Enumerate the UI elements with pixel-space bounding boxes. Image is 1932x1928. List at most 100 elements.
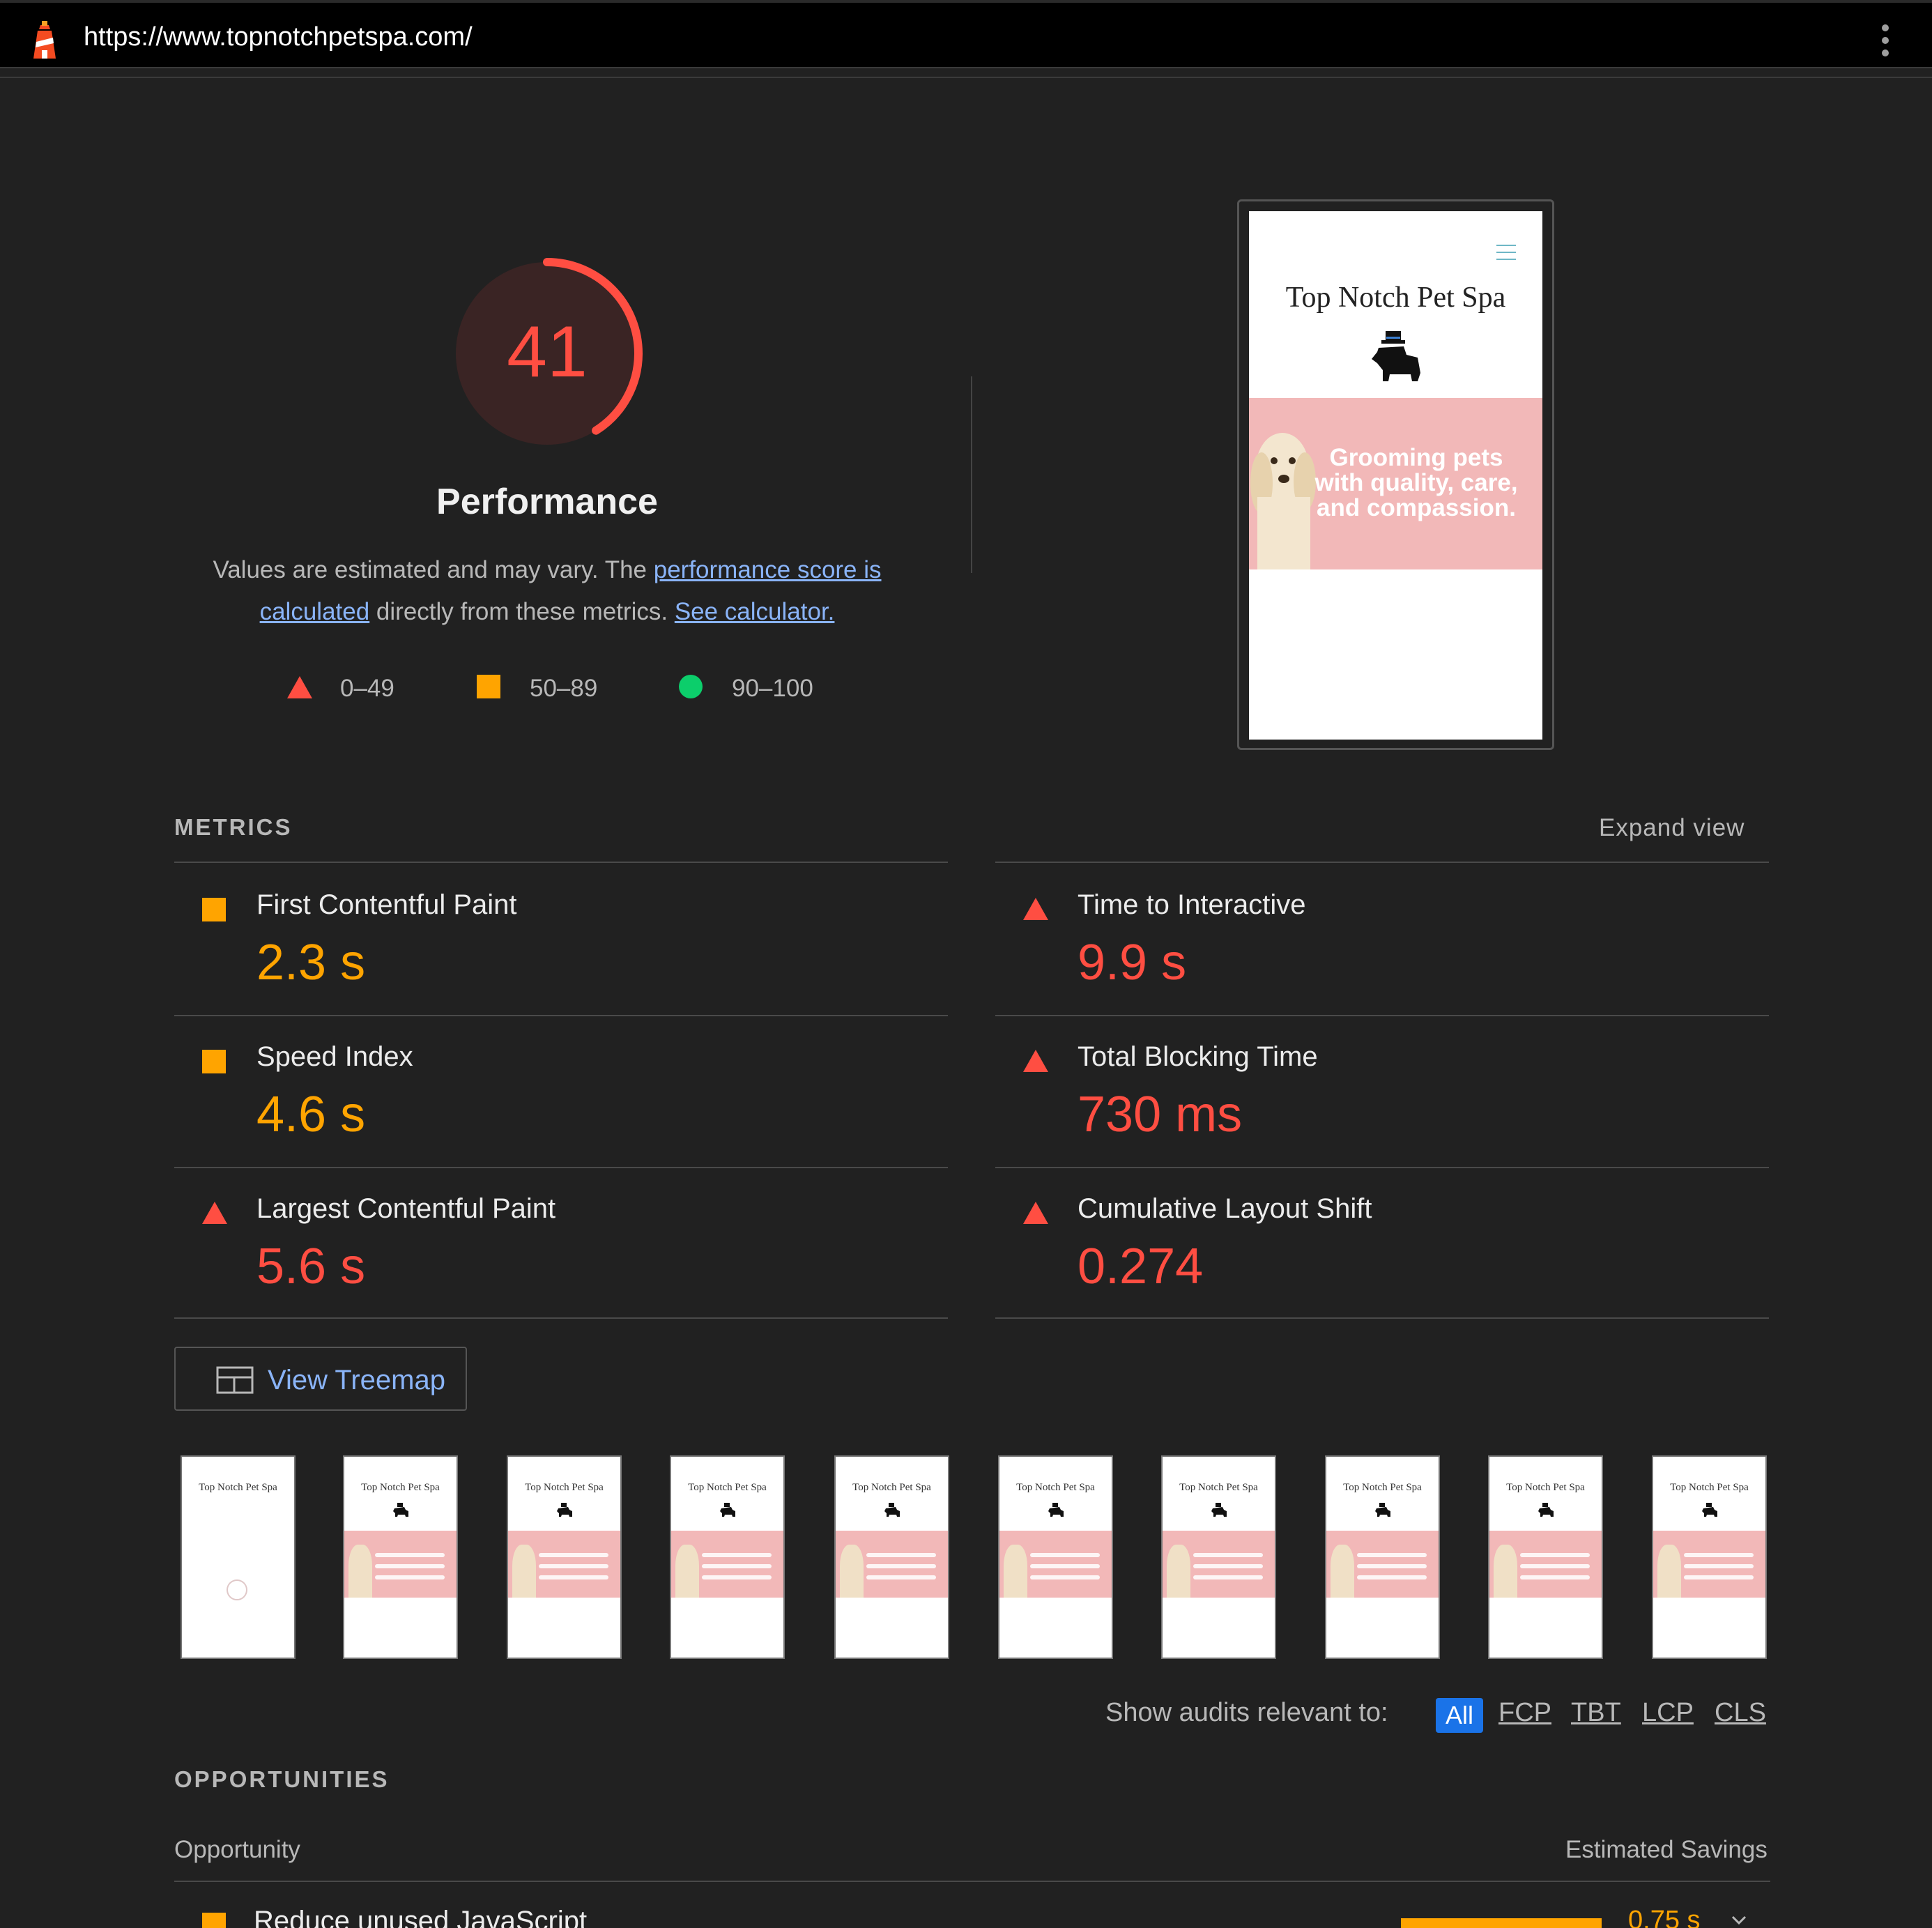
metric-speed-index: Speed Index 4.6 s <box>174 1015 948 1167</box>
frame-hero <box>671 1531 783 1598</box>
metric-value: 0.274 <box>1078 1239 1204 1294</box>
filter-fcp-button[interactable]: FCP <box>1498 1698 1551 1728</box>
metric-value: 9.9 s <box>1078 935 1187 990</box>
frame-hero <box>999 1531 1112 1598</box>
fail-triangle-icon <box>287 676 312 698</box>
metrics-divider <box>995 1317 1769 1319</box>
scottie-dog-logo-icon <box>1375 1503 1390 1517</box>
estimated-savings-column-header: Estimated Savings <box>1565 1836 1768 1863</box>
frame-site-title: Top Notch Pet Spa <box>1179 1482 1258 1493</box>
frame-hero <box>1163 1531 1275 1598</box>
lighthouse-icon <box>33 21 56 59</box>
metrics-section-label: METRICS <box>174 814 293 840</box>
filmstrip-frame: Top Notch Pet Spa <box>998 1455 1113 1659</box>
scottie-dog-logo-icon <box>1372 331 1420 381</box>
filmstrip-frame: Top Notch Pet Spa <box>181 1455 296 1659</box>
metric-largest-contentful-paint: Largest Contentful Paint 5.6 s <box>174 1167 948 1319</box>
frame-site-title: Top Notch Pet Spa <box>1016 1482 1095 1493</box>
metric-value: 2.3 s <box>256 935 366 990</box>
frame-hero <box>344 1531 457 1598</box>
metric-name: Largest Contentful Paint <box>256 1193 556 1224</box>
scottie-dog-logo-icon <box>1702 1503 1717 1517</box>
description-middle: directly from these metrics. <box>369 598 675 625</box>
filter-all-button[interactable]: All <box>1436 1698 1483 1733</box>
performance-description: Values are estimated and may vary. The p… <box>174 549 920 633</box>
frame-site-title: Top Notch Pet Spa <box>1506 1482 1585 1493</box>
legend-label: 50–89 <box>530 675 598 702</box>
frame-hero <box>836 1531 948 1598</box>
chevron-down-icon[interactable] <box>1728 1910 1749 1928</box>
filmstrip-frame: Top Notch Pet Spa <box>507 1455 622 1659</box>
view-treemap-button[interactable]: View Treemap <box>174 1347 467 1411</box>
hamburger-menu-icon <box>1496 245 1516 266</box>
fail-triangle-icon <box>1023 1050 1048 1072</box>
frame-hero <box>1326 1531 1439 1598</box>
filmstrip-frame: Top Notch Pet Spa <box>670 1455 785 1659</box>
fail-triangle-icon <box>1023 898 1048 920</box>
frame-hero <box>1653 1531 1765 1598</box>
hero-banner: Grooming pets with quality, care, and co… <box>1249 398 1542 569</box>
opportunities-section-label: OPPORTUNITIES <box>174 1766 390 1792</box>
metric-first-contentful-paint: First Contentful Paint 2.3 s <box>174 863 948 1015</box>
frame-hero <box>1489 1531 1602 1598</box>
frame-site-title: Top Notch Pet Spa <box>199 1482 277 1493</box>
savings-value: 0.75 s <box>1628 1906 1701 1928</box>
average-square-icon <box>477 675 500 698</box>
metric-value: 730 ms <box>1078 1087 1243 1142</box>
filmstrip-frame: Top Notch Pet Spa <box>343 1455 458 1659</box>
loading-spinner-icon <box>227 1579 247 1600</box>
filmstrip-frame: Top Notch Pet Spa <box>1488 1455 1603 1659</box>
frame-site-title: Top Notch Pet Spa <box>361 1482 440 1493</box>
filmstrip-frame: Top Notch Pet Spa <box>834 1455 949 1659</box>
legend-label: 0–49 <box>340 675 394 702</box>
description-prefix: Values are estimated and may vary. The <box>213 556 654 583</box>
average-square-icon <box>202 898 226 921</box>
scottie-dog-logo-icon <box>1211 1503 1227 1517</box>
frame-site-title: Top Notch Pet Spa <box>688 1482 767 1493</box>
metric-value: 5.6 s <box>256 1239 366 1294</box>
site-title: Top Notch Pet Spa <box>1285 282 1506 314</box>
scottie-dog-logo-icon <box>1048 1503 1064 1517</box>
scottie-dog-logo-icon <box>720 1503 735 1517</box>
view-treemap-label: View Treemap <box>268 1365 445 1395</box>
average-square-icon <box>202 1050 226 1073</box>
screenshot-page: Top Notch Pet Spa Grooming pets with qua… <box>1249 211 1542 740</box>
metric-time-to-interactive: Time to Interactive 9.9 s <box>995 863 1769 1015</box>
filter-lcp-button[interactable]: LCP <box>1642 1698 1694 1728</box>
report-url[interactable]: https://www.topnotchpetspa.com/ <box>84 22 473 52</box>
treemap-icon <box>216 1366 254 1394</box>
opportunity-row[interactable]: Reduce unused JavaScript 0.75 s <box>174 1882 1770 1928</box>
fail-triangle-icon <box>202 1202 227 1224</box>
frame-site-title: Top Notch Pet Spa <box>1343 1482 1422 1493</box>
frame-site-title: Top Notch Pet Spa <box>525 1482 604 1493</box>
more-options-icon[interactable] <box>1875 21 1896 60</box>
frame-hero <box>508 1531 620 1598</box>
filmstrip-frame: Top Notch Pet Spa <box>1325 1455 1440 1659</box>
see-calculator-link[interactable]: See calculator. <box>675 598 835 625</box>
scottie-dog-logo-icon <box>884 1503 900 1517</box>
opportunity-name: Reduce unused JavaScript <box>254 1906 588 1928</box>
pass-circle-icon <box>679 675 703 698</box>
metric-name: Cumulative Layout Shift <box>1078 1193 1372 1224</box>
legend-label: 90–100 <box>732 675 813 702</box>
scottie-dog-logo-icon <box>1538 1503 1554 1517</box>
frame-site-title: Top Notch Pet Spa <box>1670 1482 1749 1493</box>
performance-title: Performance <box>436 482 658 522</box>
savings-bar <box>1401 1918 1602 1928</box>
performance-score: 41 <box>507 312 588 392</box>
average-square-icon <box>202 1913 226 1928</box>
filter-cls-button[interactable]: CLS <box>1715 1698 1766 1728</box>
show-audits-label: Show audits relevant to: <box>1105 1698 1388 1727</box>
metric-value: 4.6 s <box>256 1087 366 1142</box>
metric-name: First Contentful Paint <box>256 889 517 920</box>
metric-name: Total Blocking Time <box>1078 1041 1318 1072</box>
metric-total-blocking-time: Total Blocking Time 730 ms <box>995 1015 1769 1167</box>
metrics-divider <box>174 1317 948 1319</box>
filmstrip-frame: Top Notch Pet Spa <box>1652 1455 1767 1659</box>
final-screenshot[interactable]: Top Notch Pet Spa Grooming pets with qua… <box>1237 199 1554 750</box>
scottie-dog-logo-icon <box>557 1503 572 1517</box>
vertical-divider <box>971 376 972 573</box>
hero-text: Grooming pets with quality, care, and co… <box>1314 444 1518 521</box>
filter-tbt-button[interactable]: TBT <box>1571 1698 1621 1728</box>
expand-view-toggle[interactable]: Expand view <box>1599 814 1745 842</box>
